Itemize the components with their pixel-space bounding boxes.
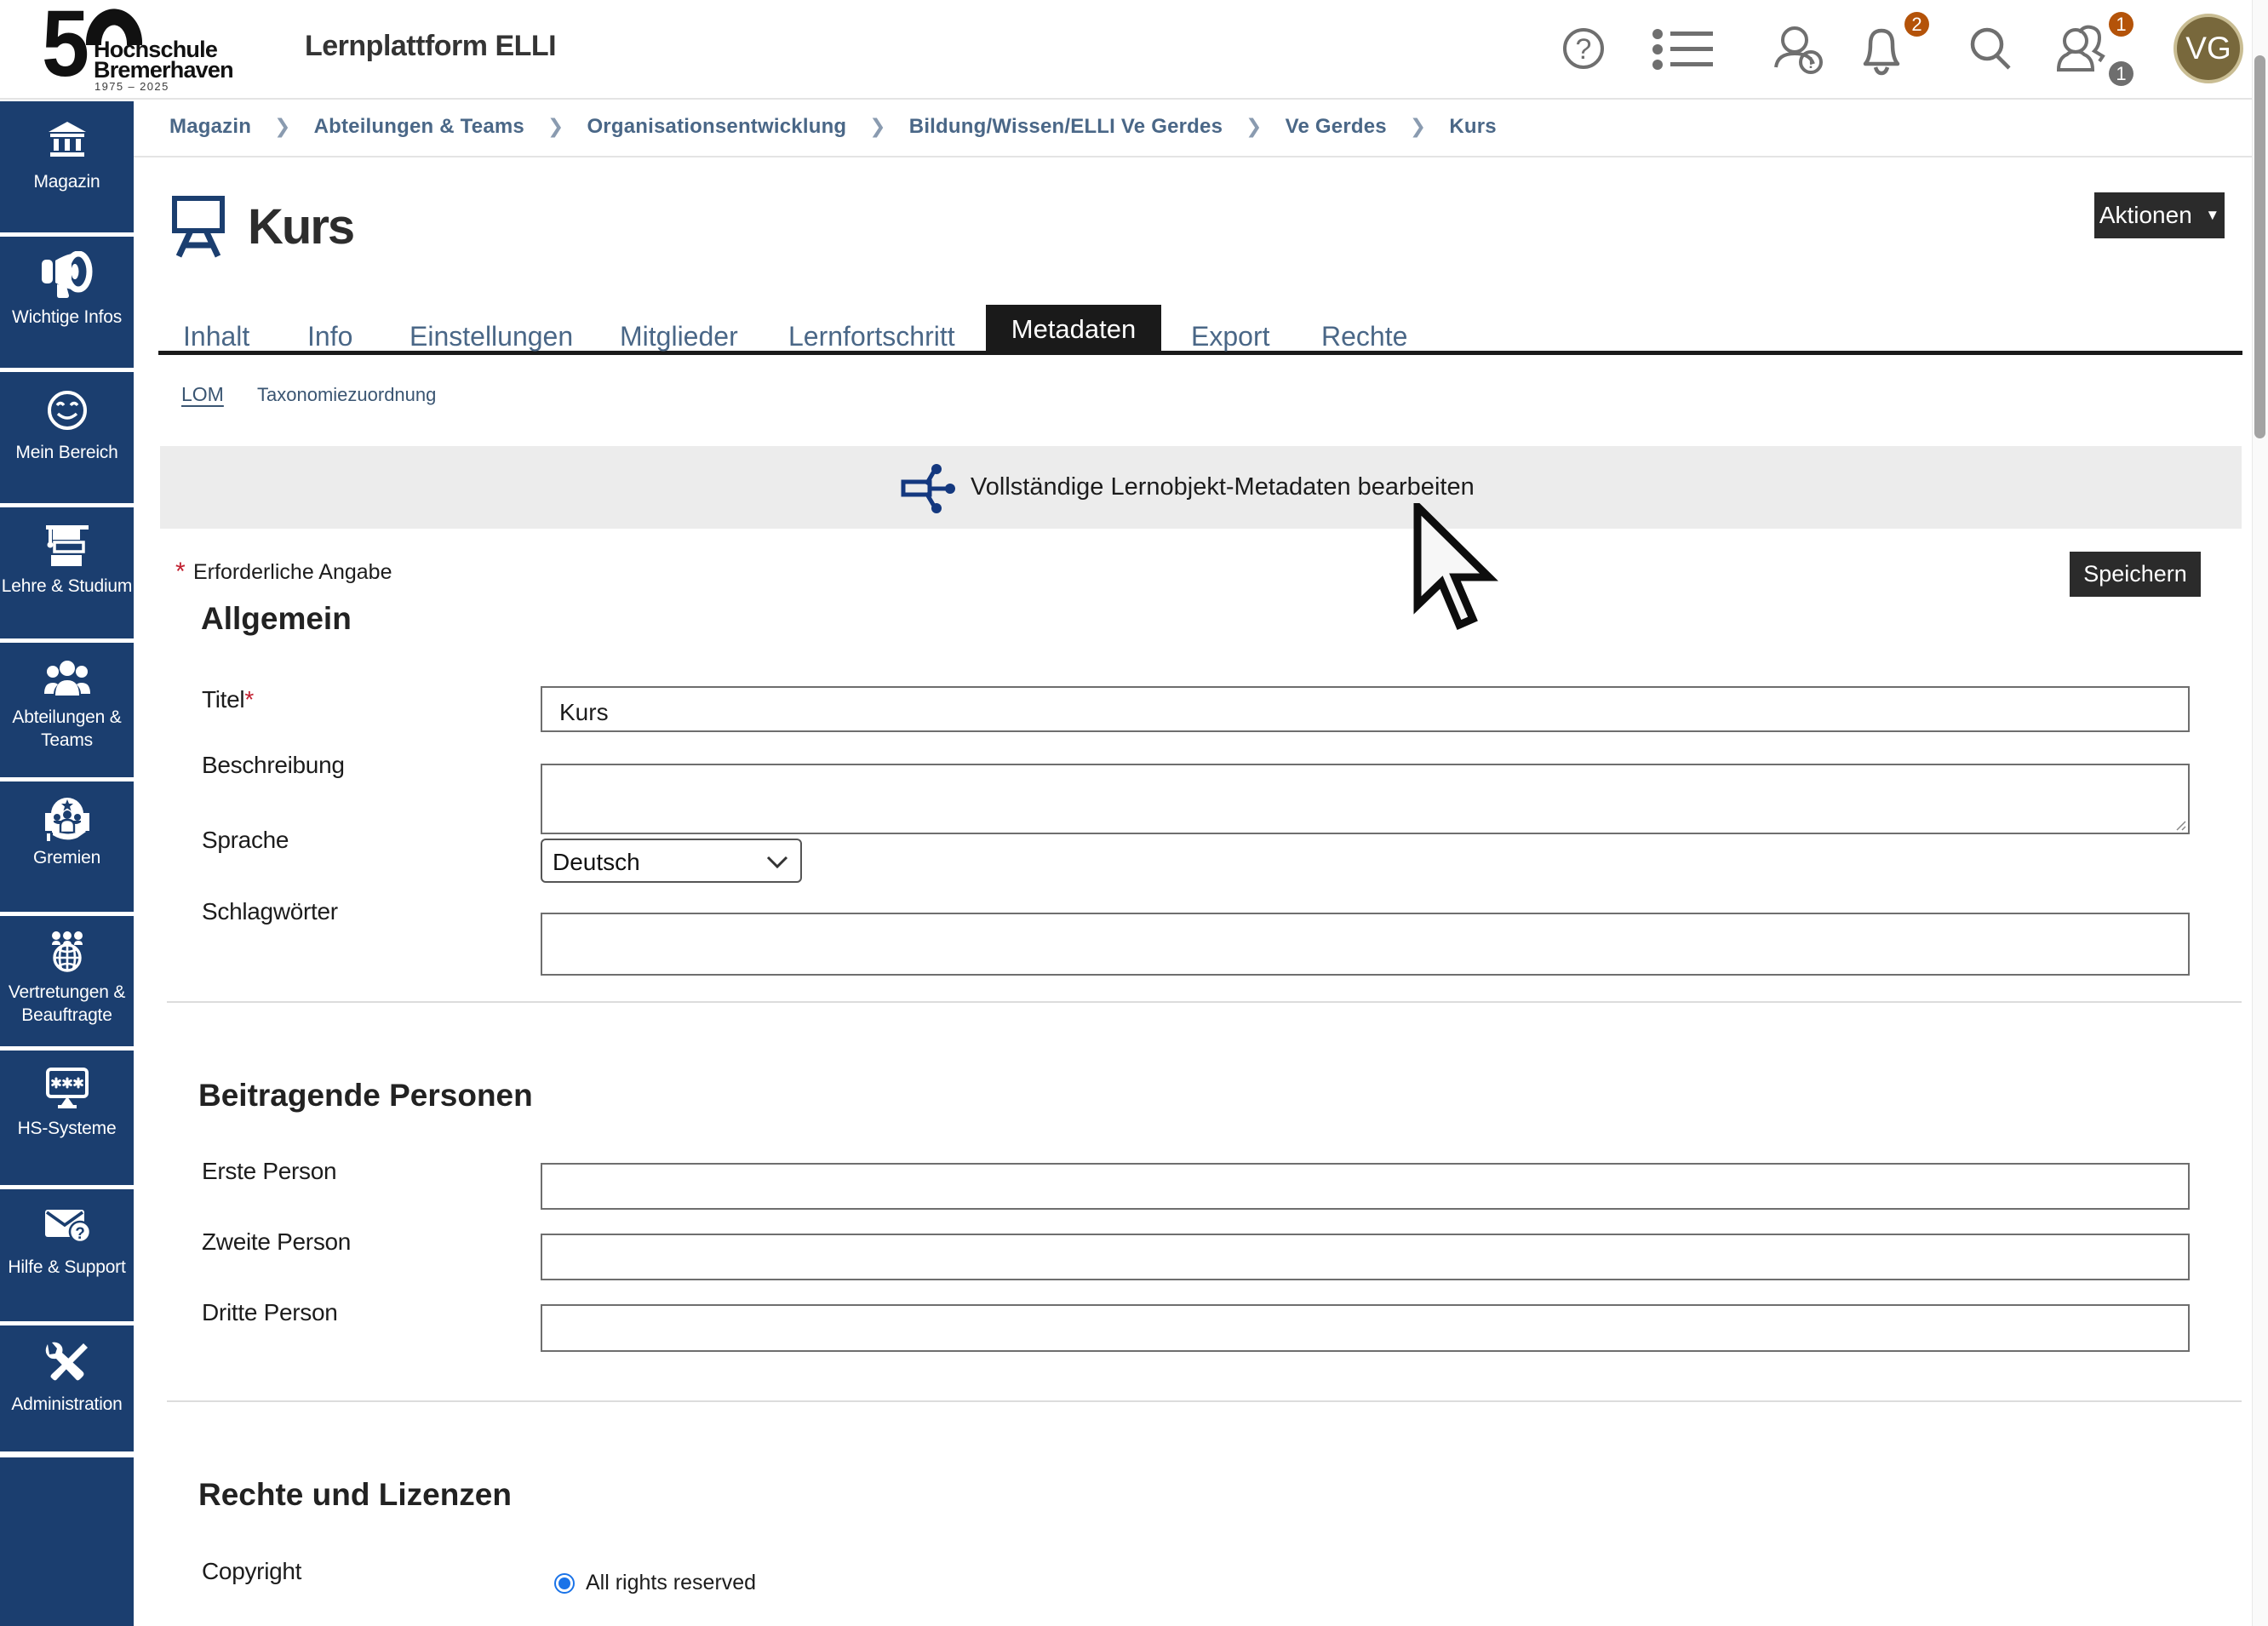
svg-text:?: ? xyxy=(75,1225,85,1243)
svg-text:Bremerhaven: Bremerhaven xyxy=(94,57,233,83)
svg-text:5: 5 xyxy=(42,0,89,96)
svg-text:1975 – 2025: 1975 – 2025 xyxy=(94,80,169,93)
svg-text:?: ? xyxy=(1576,33,1592,66)
svg-text:!: ! xyxy=(1808,54,1813,72)
